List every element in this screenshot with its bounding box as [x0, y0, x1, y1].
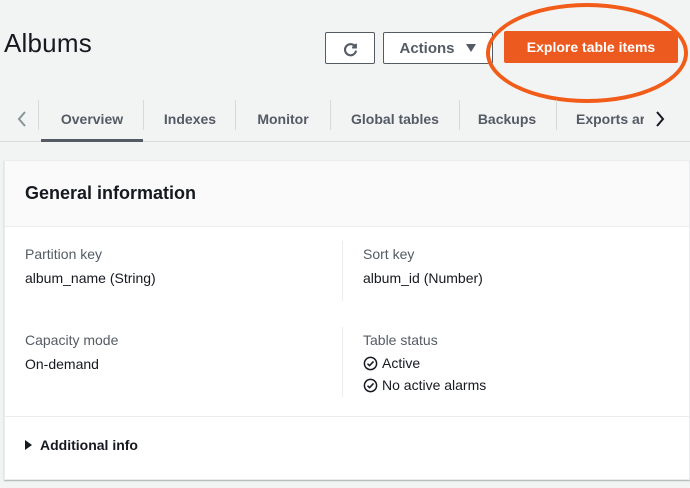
- sort-key-label: Sort key: [363, 246, 415, 262]
- caret-right-icon: [25, 440, 32, 450]
- column-divider: [342, 241, 343, 301]
- tab-divider: [330, 100, 331, 130]
- partition-key-value: album_name (String): [25, 270, 156, 286]
- chevron-right-icon[interactable]: [648, 104, 672, 134]
- tab-global-tables[interactable]: Global tables: [332, 96, 458, 142]
- highlight-annotation: [486, 3, 688, 103]
- check-circle-icon: [363, 378, 378, 392]
- general-information-panel: General information Partition key album_…: [4, 160, 690, 480]
- additional-info-label: Additional info: [40, 437, 138, 453]
- tab-divider: [143, 100, 144, 130]
- refresh-button[interactable]: [325, 32, 375, 64]
- tab-divider: [556, 100, 557, 130]
- tab-divider: [38, 100, 39, 130]
- check-circle-icon: [363, 356, 378, 370]
- panel-header: General information: [5, 161, 689, 227]
- column-divider: [342, 327, 343, 397]
- status-active: Active: [363, 355, 420, 371]
- additional-info-toggle[interactable]: Additional info: [25, 437, 138, 453]
- status-alarms: No active alarms: [363, 377, 486, 393]
- actions-button[interactable]: Actions: [383, 32, 493, 64]
- capacity-mode-label: Capacity mode: [25, 332, 119, 348]
- tab-backups[interactable]: Backups: [461, 96, 553, 142]
- partition-key-label: Partition key: [25, 246, 103, 262]
- caret-down-icon: [465, 44, 476, 52]
- panel-title: General information: [25, 183, 197, 203]
- page-title: Albums: [4, 28, 92, 58]
- tab-monitor[interactable]: Monitor: [237, 96, 329, 142]
- panel-divider: [5, 416, 689, 417]
- status-alarms-text: No active alarms: [382, 377, 487, 393]
- sort-key-value: album_id (Number): [363, 270, 483, 286]
- refresh-icon: [343, 42, 357, 56]
- tab-bar: Overview Indexes Monitor Global tables B…: [0, 96, 690, 142]
- table-status-label: Table status: [363, 332, 438, 348]
- capacity-mode-value: On-demand: [25, 356, 99, 372]
- status-active-text: Active: [382, 355, 421, 371]
- actions-label: Actions: [399, 39, 455, 57]
- tab-overview[interactable]: Overview: [41, 96, 143, 142]
- chevron-left-icon[interactable]: [10, 104, 34, 134]
- tab-indexes[interactable]: Indexes: [146, 96, 234, 142]
- tab-divider: [235, 100, 236, 130]
- tab-exports[interactable]: Exports ar: [560, 96, 644, 142]
- active-tab-indicator: [41, 139, 143, 142]
- tab-divider: [459, 100, 460, 130]
